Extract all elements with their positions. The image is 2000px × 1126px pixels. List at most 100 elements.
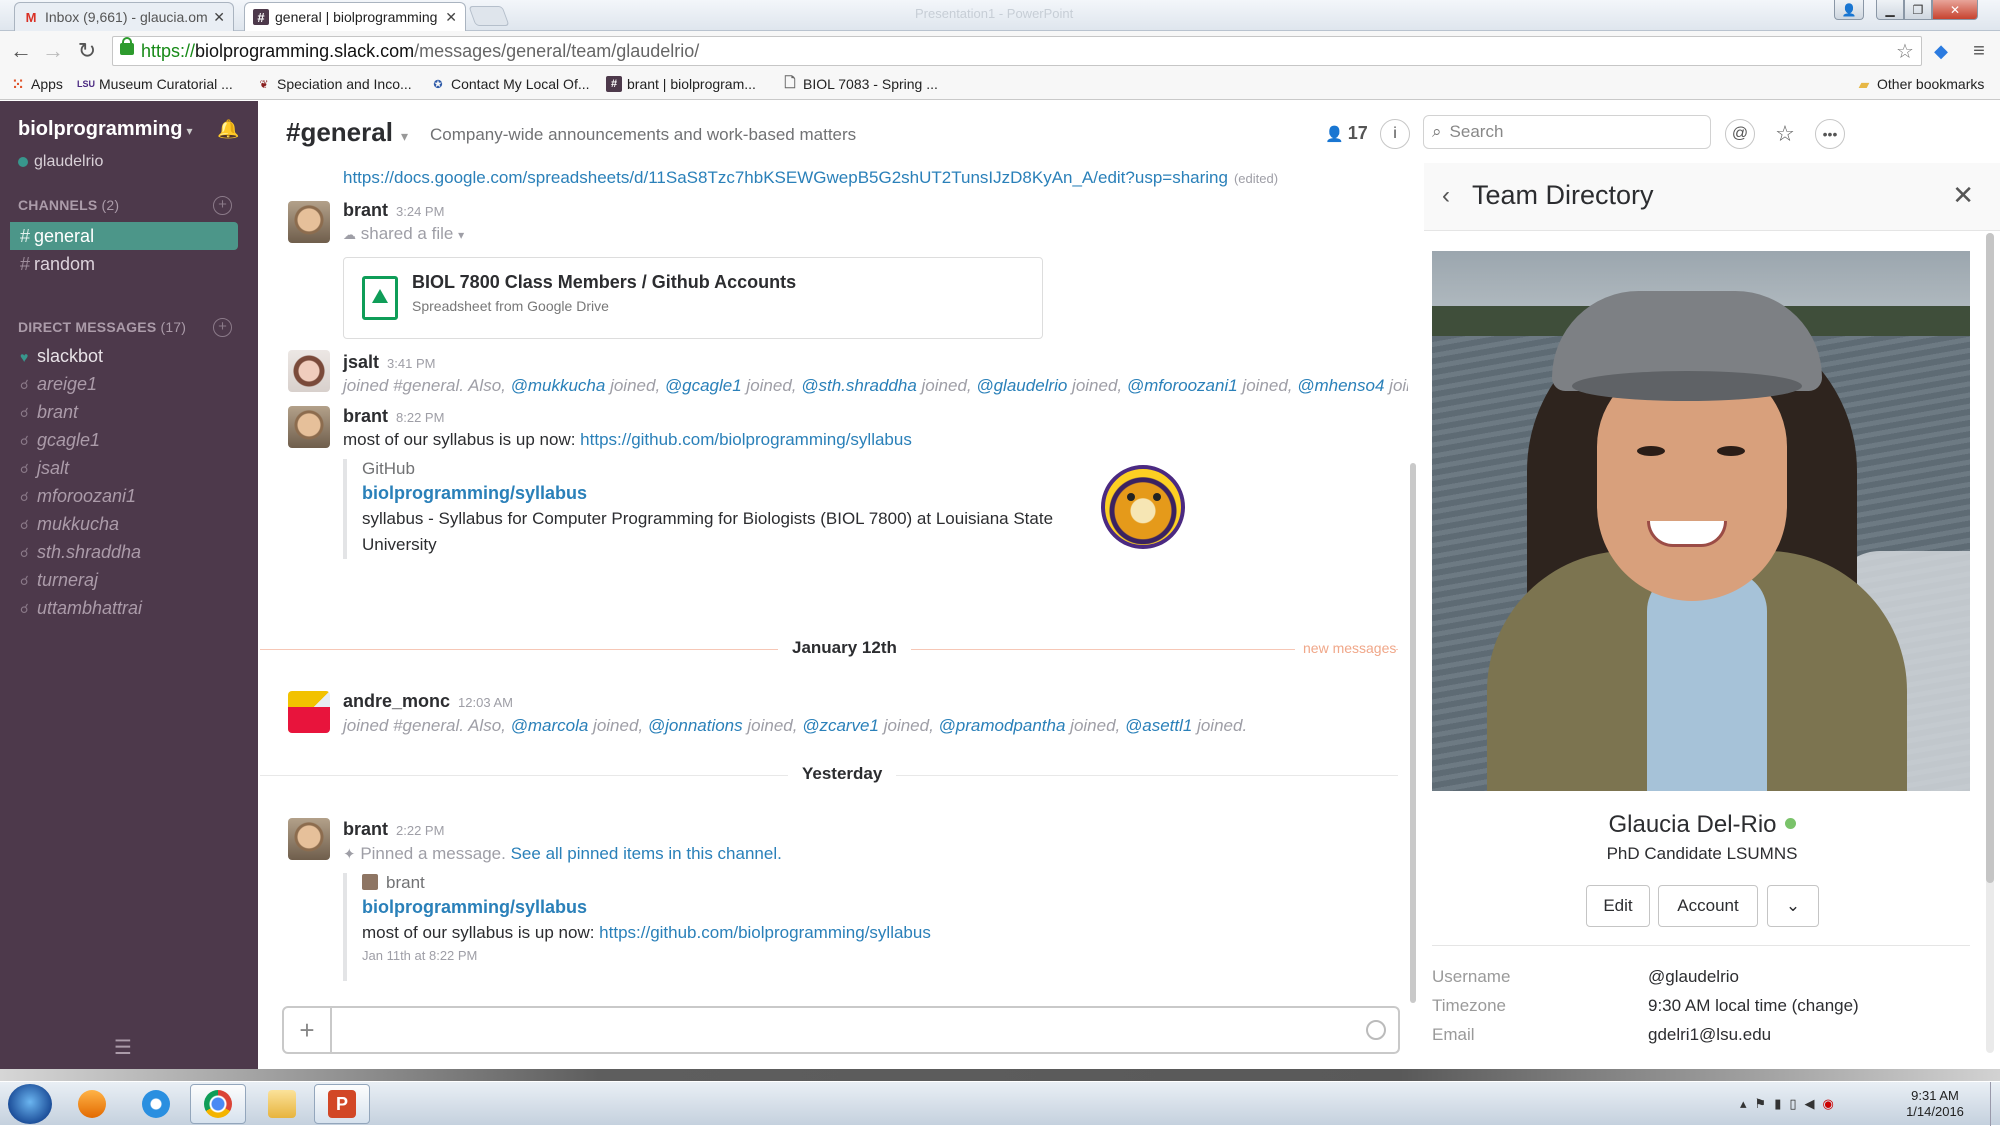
user-mention[interactable]: @mukkucha [511, 376, 606, 395]
email-value[interactable]: gdelri1@lsu.edu [1648, 1025, 1771, 1045]
message-author[interactable]: jsalt 3:41 PM [343, 352, 435, 373]
show-hidden-icons-icon[interactable]: ▴ [1740, 1096, 1747, 1112]
message-author[interactable]: brant 8:22 PM [343, 406, 444, 427]
tab-gmail[interactable]: M Inbox (9,661) - glaucia.om ✕ [14, 2, 234, 31]
message-scrollbar[interactable] [1410, 163, 1416, 1003]
star-bookmark-icon[interactable]: ☆ [1892, 38, 1918, 64]
bookmark-brant[interactable]: # brant | biolprogram... [606, 76, 756, 92]
taskbar-clock[interactable]: 9:31 AM 1/14/2016 [1885, 1088, 1985, 1120]
bookmark-speciation[interactable]: ❦ Speciation and Inco... [256, 76, 411, 92]
sidebar-dm-turneraj[interactable]: ☌ turneraj [20, 570, 98, 591]
file-card[interactable]: BIOL 7800 Class Members / Github Account… [343, 257, 1043, 339]
powerpoint-icon[interactable]: P [314, 1084, 370, 1124]
add-file-button[interactable]: + [284, 1008, 332, 1052]
bookmark-apps[interactable]: ⁙ Apps [10, 76, 63, 93]
message-author[interactable]: andre_monc 12:03 AM [343, 691, 513, 712]
sidebar-dm-slackbot[interactable]: ♥ slackbot [20, 346, 103, 367]
user-mention[interactable]: @zcarve1 [802, 716, 879, 735]
message-time[interactable]: 3:41 PM [387, 356, 435, 371]
github-link[interactable]: https://github.com/biolprogramming/sylla… [580, 430, 912, 449]
quick-switcher-icon[interactable]: ☰ [114, 1035, 144, 1061]
sidebar-dm-brant[interactable]: ☌ brant [20, 402, 78, 423]
scrollbar-thumb[interactable] [1410, 463, 1416, 1003]
message-time[interactable]: 2:22 PM [396, 823, 444, 838]
adobe-icon[interactable]: ◉ [1823, 1096, 1834, 1112]
info-icon[interactable]: i [1380, 119, 1410, 149]
user-mention[interactable]: @gcagle1 [665, 376, 742, 395]
star-icon[interactable]: ☆ [1770, 119, 1800, 149]
file-share-action[interactable]: ☁ shared a file ▾ [343, 224, 464, 244]
tab-slack-general[interactable]: # general | biolprogramming ✕ [244, 2, 466, 31]
user-mention[interactable]: @jonnations [648, 716, 743, 735]
sidebar-dm-sth-shraddha[interactable]: ☌ sth.shraddha [20, 542, 141, 563]
flag-icon[interactable]: ⚑ [1755, 1096, 1767, 1112]
avatar[interactable] [288, 818, 330, 860]
user-mention[interactable]: @marcola [511, 716, 589, 735]
back-arrow-icon[interactable]: ← [8, 38, 34, 64]
edit-profile-button[interactable]: Edit [1586, 885, 1650, 927]
user-mention[interactable]: @mforoozani1 [1127, 376, 1238, 395]
user-mention[interactable]: @sth.shraddha [801, 376, 917, 395]
bookmark-museum[interactable]: LSU Museum Curatorial ... [77, 76, 233, 92]
sidebar-item-random[interactable]: # random [10, 250, 238, 278]
sidebar-item-general[interactable]: # general [10, 222, 238, 250]
sidebar-dm-gcagle1[interactable]: ☌ gcagle1 [20, 430, 100, 451]
current-user[interactable]: glaudelrio [18, 153, 103, 171]
close-tab-icon[interactable]: ✕ [213, 9, 225, 26]
pinned-title[interactable]: biolprogramming/syllabus [362, 897, 1103, 918]
close-tab-icon[interactable]: ✕ [445, 9, 457, 26]
file-explorer-icon[interactable] [254, 1084, 310, 1124]
panel-scrollbar[interactable] [1986, 233, 1994, 1053]
github-link[interactable]: https://github.com/biolprogramming/sylla… [599, 923, 931, 942]
user-mention[interactable]: @pramodpantha [939, 716, 1066, 735]
sidebar-dm-areige1[interactable]: ☌ areige1 [20, 374, 97, 395]
more-options-icon[interactable]: ••• [1815, 119, 1845, 149]
mentions-icon[interactable]: @ [1725, 119, 1755, 149]
channel-title[interactable]: #general ▾ [286, 117, 408, 148]
avatar[interactable] [288, 691, 330, 733]
message-time[interactable]: 12:03 AM [458, 695, 513, 710]
forward-arrow-icon[interactable]: → [40, 38, 66, 64]
sidebar-dm-jsalt[interactable]: ☌ jsalt [20, 458, 69, 479]
other-bookmarks[interactable]: ▰ Other bookmarks [1856, 76, 1985, 93]
internet-explorer-icon[interactable] [128, 1084, 184, 1124]
more-actions-button[interactable]: ⌄ [1767, 885, 1819, 927]
channels-header[interactable]: CHANNELS (2) [18, 197, 119, 213]
pinned-author[interactable]: brant [362, 873, 1103, 893]
chrome-icon[interactable] [190, 1084, 246, 1124]
media-player-icon[interactable] [64, 1084, 120, 1124]
volume-icon[interactable]: ◀ [1805, 1096, 1815, 1112]
new-tab-button[interactable] [468, 6, 510, 26]
new-messages-label[interactable]: new messages [1295, 640, 1397, 656]
user-profile-button[interactable]: 👤 [1834, 0, 1864, 20]
search-input[interactable]: ⌕ Search [1423, 115, 1711, 149]
windows-start-icon[interactable] [8, 1084, 52, 1124]
avatar[interactable] [288, 406, 330, 448]
user-mention[interactable]: @mhenso4 [1297, 376, 1384, 395]
message-time[interactable]: 8:22 PM [396, 410, 444, 425]
sidebar-dm-mforoozani1[interactable]: ☌ mforoozani1 [20, 486, 136, 507]
show-desktop-button[interactable] [1990, 1082, 2000, 1126]
system-tray[interactable]: ▴ ⚑ ▮ ▯ ◀ ◉ [1740, 1096, 1834, 1112]
pinned-items-link[interactable]: See all pinned items in this channel. [511, 844, 782, 863]
sidebar-dm-mukkucha[interactable]: ☌ mukkucha [20, 514, 119, 535]
avatar[interactable] [288, 201, 330, 243]
emoji-icon[interactable] [1366, 1020, 1386, 1040]
scrollbar-thumb[interactable] [1986, 233, 1994, 883]
menu-icon[interactable]: ≡ [1966, 38, 1992, 64]
back-chevron-icon[interactable]: ‹ [1442, 182, 1450, 210]
restore-button[interactable]: ❐ [1904, 0, 1932, 20]
minimize-button[interactable]: ▁ [1876, 0, 1904, 20]
bell-icon[interactable]: 🔔 [217, 119, 239, 139]
network-icon[interactable]: ▮ [1774, 1096, 1781, 1112]
pinned-date[interactable]: Jan 11th at 8:22 PM [362, 948, 1103, 963]
message-input[interactable]: + [282, 1006, 1400, 1054]
message-time[interactable]: 3:24 PM [396, 204, 444, 219]
spreadsheet-link[interactable]: https://docs.google.com/spreadsheets/d/1… [343, 168, 1228, 187]
reload-icon[interactable]: ↻ [74, 38, 100, 64]
extension-icon[interactable]: ◆ [1928, 38, 1954, 64]
message-author[interactable]: brant 2:22 PM [343, 819, 444, 840]
team-menu[interactable]: biolprogramming ▾ [18, 118, 192, 141]
bookmark-contact[interactable]: ✪ Contact My Local Of... [430, 76, 589, 92]
url-bar[interactable]: https://biolprogramming.slack.com/messag… [112, 36, 1922, 66]
